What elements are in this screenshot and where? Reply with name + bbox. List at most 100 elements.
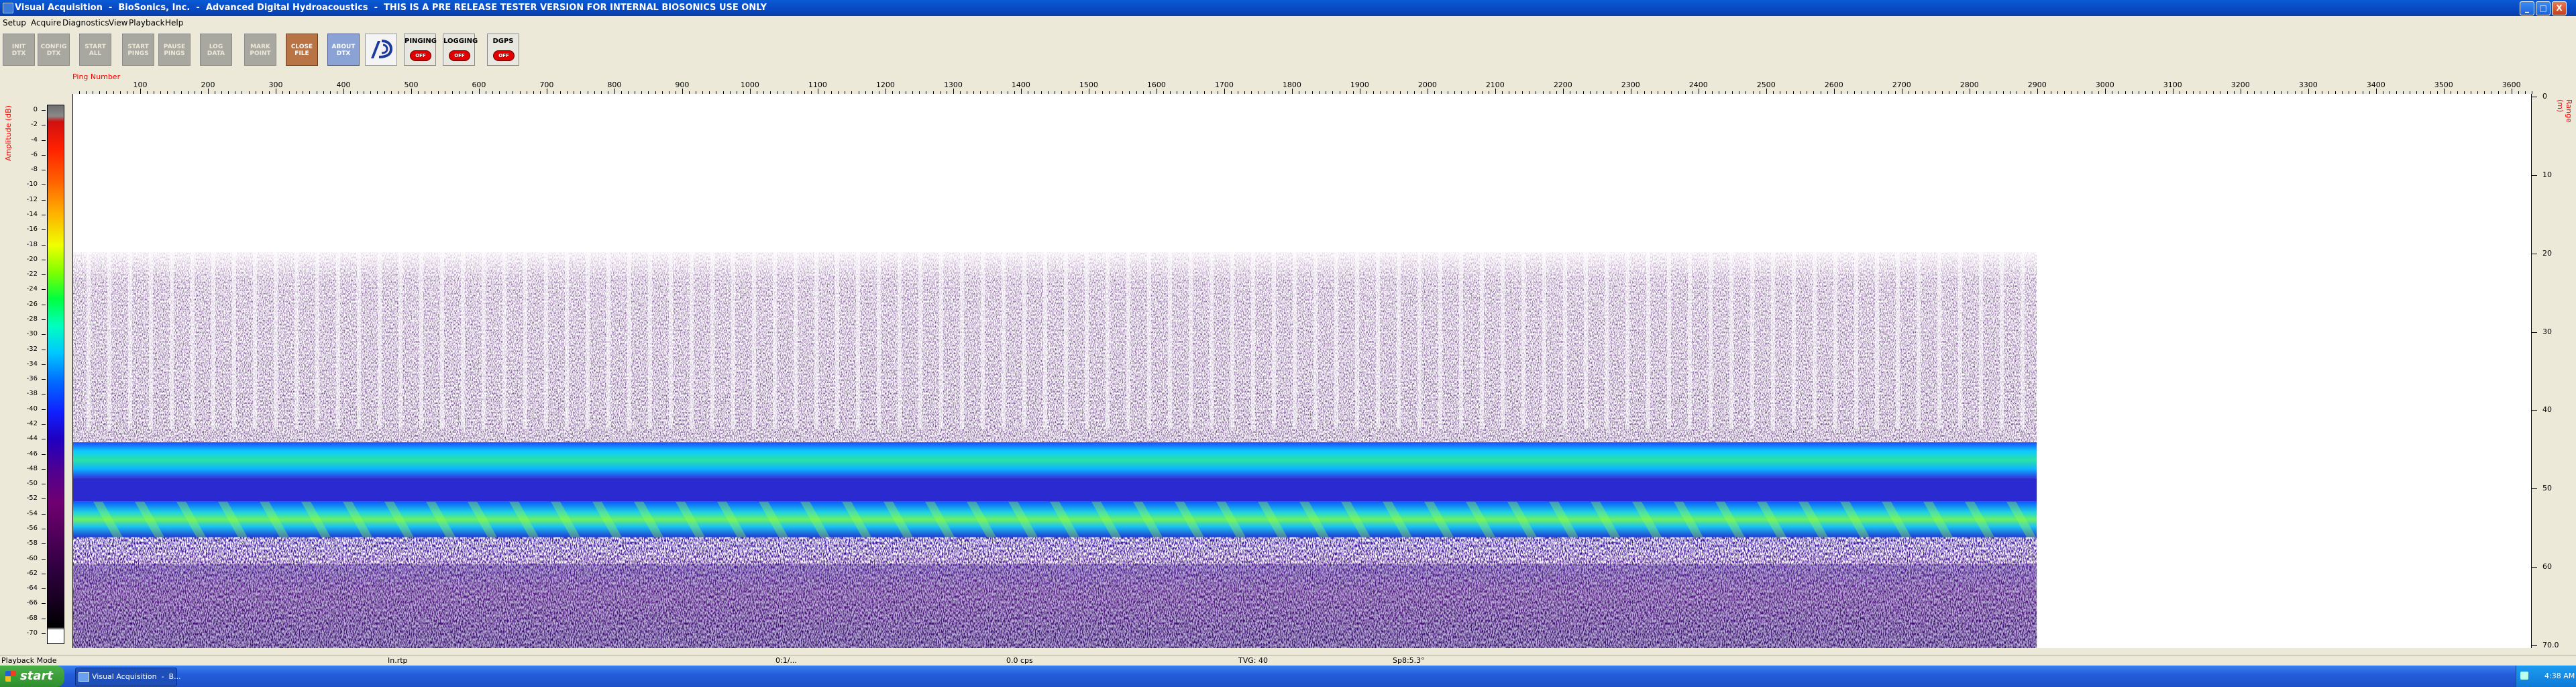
amplitude-tick-label: -18 xyxy=(26,240,38,248)
range-tick xyxy=(2532,331,2537,333)
noise-streak xyxy=(1168,252,1172,429)
range-tick xyxy=(2532,488,2537,490)
ping-minor-tick xyxy=(1495,89,1496,94)
status-mode: Playback Mode xyxy=(1,656,57,665)
noise-streak xyxy=(835,252,839,429)
mark-point-label: MARK POINT xyxy=(250,44,271,57)
ping-minor-tick xyxy=(2308,89,2309,94)
echogram-display[interactable] xyxy=(72,94,2532,648)
range-tick-label: 10 xyxy=(2542,170,2552,179)
log-data-button[interactable]: LOG DATA xyxy=(200,34,232,66)
noise-streak xyxy=(544,252,548,429)
start-button[interactable]: start xyxy=(0,666,64,687)
noise-streak xyxy=(877,252,881,429)
range-tick xyxy=(2532,645,2537,646)
noise-streak xyxy=(606,252,610,429)
noise-streak xyxy=(1625,252,1629,429)
ping-minor-tick xyxy=(614,89,615,94)
clock: 4:38 AM xyxy=(2544,672,2575,680)
amplitude-tick-label: -60 xyxy=(26,554,38,562)
range-tick-label: 30 xyxy=(2542,327,2552,336)
ping-tick-label: 2800 xyxy=(1960,81,1979,89)
maximize-button[interactable]: □ xyxy=(2536,1,2551,15)
noise-streak xyxy=(814,252,818,429)
noise-streak xyxy=(1937,252,1941,429)
noise-streak xyxy=(2021,252,2025,429)
noise-streak xyxy=(1813,252,1817,429)
noise-streak xyxy=(669,252,673,429)
menu-help[interactable]: Help xyxy=(165,18,183,28)
amplitude-tick-mark xyxy=(42,379,46,380)
amplitude-tick-mark xyxy=(42,588,46,590)
noise-streak xyxy=(1917,252,1921,429)
noise-streak xyxy=(378,252,382,429)
ping-minor-tick xyxy=(1224,89,1225,94)
config-dtx-button[interactable]: CONFIG DTX xyxy=(38,34,70,66)
amplitude-tick-label: 0 xyxy=(33,106,38,113)
ping-tick-label: 1500 xyxy=(1079,81,1098,89)
amplitude-axis-title: Amplitude (dB) xyxy=(4,105,13,161)
log-data-label: LOG DATA xyxy=(207,44,225,57)
noise-streak xyxy=(773,252,777,429)
amplitude-tick-mark xyxy=(42,334,46,335)
amplitude-tick-mark xyxy=(42,633,46,634)
ping-minor-tick xyxy=(1291,89,1293,94)
noise-streak xyxy=(1064,252,1068,429)
noise-streak xyxy=(461,252,465,429)
noise-streak xyxy=(648,252,652,429)
noise-streak xyxy=(1501,252,1505,429)
pause-pings-button[interactable]: PAUSE PINGS xyxy=(158,34,191,66)
app-icon xyxy=(3,3,13,13)
noise-streak xyxy=(898,252,902,429)
amplitude-tick-label: -4 xyxy=(31,136,38,144)
noise-streak xyxy=(1667,252,1671,429)
ping-tick-label: 2300 xyxy=(1621,81,1640,89)
menu-setup[interactable]: Setup xyxy=(3,18,26,28)
amplitude-tick-mark xyxy=(42,184,46,186)
menu-diagnostics[interactable]: Diagnostics xyxy=(62,18,109,28)
start-pings-label: START PINGS xyxy=(127,44,149,57)
noise-streak xyxy=(918,252,922,429)
noise-streak xyxy=(191,252,195,429)
range-axis-title: Range (m) xyxy=(2556,99,2573,123)
amplitude-tick-label: -58 xyxy=(26,539,38,547)
noise-streak xyxy=(1251,252,1255,429)
ping-minor-tick xyxy=(749,89,751,94)
close-window-button[interactable]: X xyxy=(2552,1,2567,15)
amplitude-tick-label: -52 xyxy=(26,494,38,503)
range-tick xyxy=(2532,410,2537,411)
mark-point-button[interactable]: MARK POINT xyxy=(244,34,276,66)
amplitude-tick-label: -8 xyxy=(31,166,38,174)
start-pings-button[interactable]: START PINGS xyxy=(122,34,154,66)
noise-streak xyxy=(1417,252,1421,429)
ping-tick-label: 900 xyxy=(675,81,690,89)
tray-icon[interactable] xyxy=(2520,672,2528,680)
menu-view[interactable]: View xyxy=(109,18,127,28)
amplitude-tick-label: -40 xyxy=(26,405,38,413)
title-bar[interactable]: Visual Acquisition - BioSonics, Inc. - A… xyxy=(0,0,2576,16)
close-file-button[interactable]: CLOSE FILE xyxy=(286,34,318,66)
about-dtx-button[interactable]: ABOUT DTX xyxy=(327,34,360,66)
biosonics-logo-icon[interactable] xyxy=(365,34,397,66)
noise-streak xyxy=(2000,252,2004,429)
ping-tick-label: 3400 xyxy=(2366,81,2385,89)
start-all-button[interactable]: START ALL xyxy=(79,34,111,66)
amplitude-tick-label: -62 xyxy=(26,569,38,577)
noise-streak xyxy=(1792,252,1796,429)
amplitude-tick-label: -68 xyxy=(26,614,38,622)
noise-streak xyxy=(1688,252,1692,429)
amplitude-tick-label: -28 xyxy=(26,315,38,323)
ping-minor-tick xyxy=(411,89,412,94)
dgps-status: OFF xyxy=(493,50,515,61)
taskbar-item-visual-acquisition[interactable]: Visual Acquisition - B... xyxy=(75,668,181,686)
noise-streak xyxy=(274,252,278,429)
init-dtx-button[interactable]: INIT DTX xyxy=(3,34,35,66)
ping-minor-tick xyxy=(343,89,344,94)
window-icon xyxy=(78,672,89,682)
minimize-button[interactable]: _ xyxy=(2520,1,2534,15)
menu-acquire[interactable]: Acquire xyxy=(31,18,61,28)
amplitude-tick-label: -46 xyxy=(26,450,38,458)
amplitude-tick-label: -50 xyxy=(26,480,38,488)
noise-streak xyxy=(1376,252,1380,429)
menu-playback[interactable]: Playback xyxy=(129,18,165,28)
